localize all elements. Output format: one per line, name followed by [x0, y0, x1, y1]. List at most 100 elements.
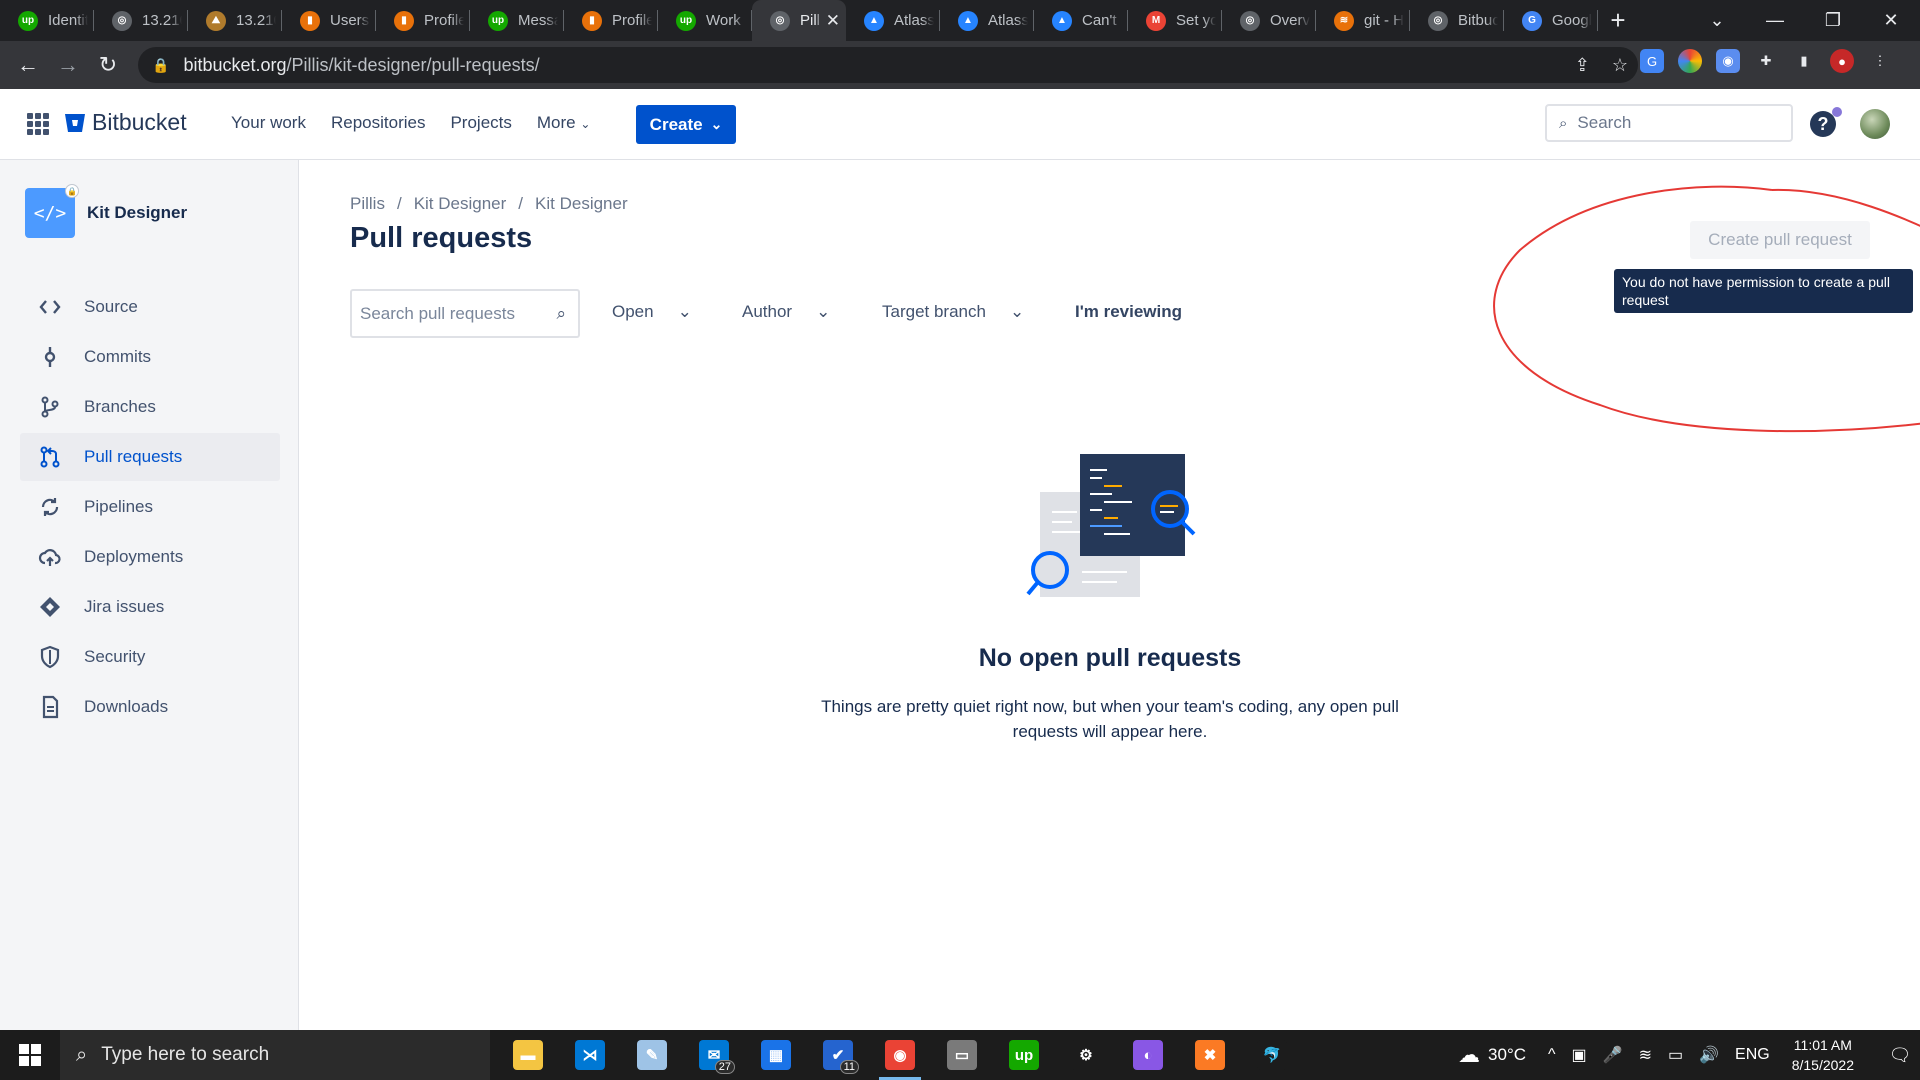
browser-tab[interactable]: up Messa: [470, 0, 564, 41]
taskbar-app-mail[interactable]: ✉ 27: [683, 1030, 745, 1080]
wifi-icon[interactable]: ≋: [1639, 1045, 1652, 1065]
im-reviewing-filter[interactable]: I'm reviewing: [1075, 302, 1182, 322]
volume-icon[interactable]: 🔊: [1699, 1045, 1719, 1065]
user-avatar[interactable]: [1860, 109, 1890, 139]
bitbucket-logo[interactable]: Bitbucket: [64, 109, 187, 136]
nav-projects[interactable]: Projects: [450, 113, 511, 133]
notification-center-icon[interactable]: 🗨: [1880, 1045, 1920, 1066]
browser-tab[interactable]: ◎ Bitbuc: [1410, 0, 1504, 41]
global-search-input[interactable]: ⌕ Search: [1545, 104, 1793, 142]
weather-widget[interactable]: ☁ 30°C: [1458, 1042, 1526, 1068]
taskbar-search-input[interactable]: ⌕ Type here to search: [60, 1030, 490, 1080]
sidebar-item-source[interactable]: Source: [20, 283, 280, 331]
create-pull-request-button[interactable]: Create pull request: [1690, 221, 1870, 259]
back-button[interactable]: ←: [8, 45, 48, 85]
share-icon[interactable]: ⇪: [1575, 55, 1590, 76]
browser-tab[interactable]: up Work: [658, 0, 752, 41]
taskbar-clock[interactable]: 11:01 AM 8/15/2022: [1792, 1035, 1854, 1075]
sidebar-item-commits[interactable]: Commits: [20, 333, 280, 381]
browser-tab[interactable]: ◎ 13.210: [94, 0, 188, 41]
extensions-puzzle-icon[interactable]: ✚: [1754, 49, 1778, 73]
browser-tab[interactable]: M Set yo: [1128, 0, 1222, 41]
sidebar-item-deployments[interactable]: Deployments: [20, 533, 280, 581]
tab-search-icon[interactable]: ⌄: [1688, 10, 1746, 31]
taskbar-app-xampp[interactable]: ✖: [1179, 1030, 1241, 1080]
restore-button[interactable]: ❐: [1804, 10, 1862, 31]
screen-capture-extension-icon[interactable]: ◉: [1716, 49, 1740, 73]
nav-your-work[interactable]: Your work: [231, 113, 306, 133]
pull-request-search-input[interactable]: Search pull requests ⌕: [350, 289, 580, 338]
taskbar-app-notepad[interactable]: ✎: [621, 1030, 683, 1080]
target-branch-filter-dropdown[interactable]: Target branch ⌄: [882, 302, 1024, 322]
tray-overflow-chevron-icon[interactable]: ^: [1548, 1046, 1556, 1064]
chrome-menu-icon[interactable]: ⋮: [1868, 49, 1892, 73]
input-language[interactable]: ENG: [1735, 1046, 1770, 1064]
breadcrumb-workspace[interactable]: Pillis: [350, 194, 385, 214]
address-bar[interactable]: 🔒 bitbucket.org/Pillis/kit-designer/pull…: [138, 47, 1638, 83]
taskbar-app-vscode[interactable]: ⋊: [559, 1030, 621, 1080]
create-button[interactable]: Create ⌄: [636, 105, 736, 144]
taskbar-app-settings[interactable]: ⚙: [1055, 1030, 1117, 1080]
taskbar-app-calendar[interactable]: ▦: [745, 1030, 807, 1080]
browser-tab[interactable]: up Identity: [0, 0, 94, 41]
taskbar-app-file-explorer[interactable]: ▬: [497, 1030, 559, 1080]
notification-dot: [1832, 107, 1842, 117]
forward-button[interactable]: →: [48, 45, 88, 85]
browser-tab[interactable]: ◎ Overvi: [1222, 0, 1316, 41]
tab-favicon-icon: up: [18, 10, 38, 31]
browser-tab[interactable]: ◎ Pill ✕: [752, 0, 846, 41]
tab-favicon-icon: ▮: [582, 10, 602, 31]
profile-avatar[interactable]: ●: [1830, 49, 1854, 73]
browser-tab[interactable]: ▮ Profile: [376, 0, 470, 41]
browser-tab[interactable]: ▮ Users: [282, 0, 376, 41]
sidebar-item-pipelines[interactable]: Pipelines: [20, 483, 280, 531]
reload-button[interactable]: ↻: [88, 45, 128, 85]
deployments-icon: [38, 545, 62, 569]
nav-more[interactable]: More ⌄: [537, 113, 591, 133]
taskbar-app-mysql-workbench[interactable]: 🐬: [1241, 1030, 1303, 1080]
sidebar-item-security[interactable]: Security: [20, 633, 280, 681]
author-filter-dropdown[interactable]: Author ⌄: [742, 302, 830, 322]
browser-tab[interactable]: G Googl: [1504, 0, 1598, 41]
create-button-label: Create: [649, 114, 703, 134]
state-filter-dropdown[interactable]: Open ⌄: [612, 302, 692, 322]
meet-now-icon[interactable]: ▣: [1572, 1045, 1587, 1065]
browser-tab[interactable]: ▮ Profile: [564, 0, 658, 41]
bookmark-star-icon[interactable]: ☆: [1612, 55, 1628, 76]
battery-icon[interactable]: ▭: [1668, 1045, 1683, 1065]
breadcrumb-repository[interactable]: Kit Designer: [535, 194, 628, 214]
browser-tab[interactable]: ⛰ 13.210: [188, 0, 282, 41]
breadcrumb-project[interactable]: Kit Designer: [414, 194, 507, 214]
taskbar-app-screenshot-tool[interactable]: ▭: [931, 1030, 993, 1080]
translate-extension-icon[interactable]: G: [1640, 49, 1664, 73]
browser-tab[interactable]: ▲ Atlassi: [940, 0, 1034, 41]
sidebar-item-jira-issues[interactable]: Jira issues: [20, 583, 280, 631]
minimize-button[interactable]: —: [1746, 10, 1804, 31]
taskbar-app-upwork[interactable]: up: [993, 1030, 1055, 1080]
breadcrumb-separator: /: [518, 194, 524, 213]
browser-tab[interactable]: ≋ git - H: [1316, 0, 1410, 41]
taskbar-app-chrome[interactable]: ◉: [869, 1030, 931, 1080]
lock-icon[interactable]: 🔒: [152, 57, 169, 74]
side-panel-icon[interactable]: ▮: [1792, 49, 1816, 73]
close-tab-icon[interactable]: ✕: [826, 11, 840, 31]
sidebar-item-downloads[interactable]: Downloads: [20, 683, 280, 731]
tab-title: Atlassi: [894, 12, 934, 29]
empty-state-description: Things are pretty quiet right now, but w…: [821, 697, 1399, 741]
sidebar-item-branches[interactable]: Branches: [20, 383, 280, 431]
windows-start-button[interactable]: [0, 1030, 60, 1080]
chevron-down-icon: ⌄: [1009, 302, 1025, 321]
tab-favicon-icon: ▮: [300, 10, 320, 31]
sidebar-item-pull-requests[interactable]: Pull requests: [20, 433, 280, 481]
microphone-icon[interactable]: 🎤: [1603, 1045, 1623, 1065]
color-picker-extension-icon[interactable]: [1678, 49, 1702, 73]
browser-tab[interactable]: ▲ Can't l: [1034, 0, 1128, 41]
close-window-button[interactable]: ✕: [1862, 10, 1920, 31]
app-switcher-icon[interactable]: [27, 113, 49, 135]
taskbar-app-github-desktop[interactable]: ◐: [1117, 1030, 1179, 1080]
taskbar-app-todo[interactable]: ✔ 11: [807, 1030, 869, 1080]
browser-tab[interactable]: ▲ Atlassi: [846, 0, 940, 41]
nav-repositories[interactable]: Repositories: [331, 113, 426, 133]
repo-header[interactable]: </> 🔒 Kit Designer: [25, 184, 187, 238]
new-tab-button[interactable]: +: [1598, 0, 1638, 41]
